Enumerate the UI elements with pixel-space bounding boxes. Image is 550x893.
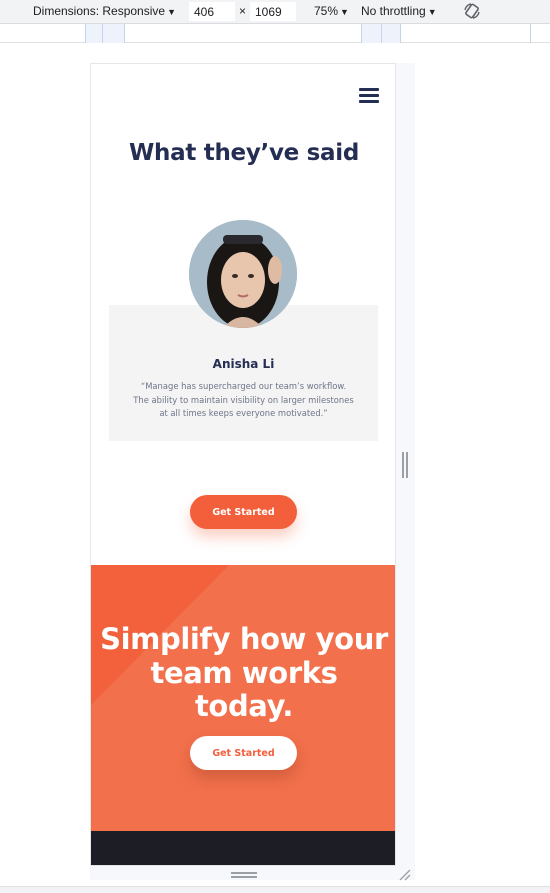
dimensions-label: Dimensions: Responsive	[33, 4, 166, 18]
chevron-down-icon: ▼	[167, 7, 176, 17]
width-input[interactable]	[189, 2, 235, 21]
dimensions-dropdown[interactable]: Dimensions: Responsive ▼	[33, 4, 176, 18]
times-symbol: ×	[239, 4, 247, 18]
banner-title-line: today.	[194, 689, 294, 723]
get-started-button[interactable]: Get Started	[190, 495, 297, 529]
testimonial-quote: “Manage has supercharged our team’s work…	[133, 381, 354, 419]
throttling-label: No throttling	[361, 4, 426, 18]
ruler-tick	[400, 24, 401, 43]
banner-title-line: Simplify how your	[100, 622, 388, 656]
testimonial-avatar	[189, 220, 297, 328]
ruler-tick	[124, 24, 125, 43]
resize-handle-bottom-icon[interactable]	[231, 872, 257, 878]
media-query-ruler	[0, 24, 550, 43]
zoom-dropdown[interactable]: 75% ▼	[314, 4, 349, 18]
zoom-label: 75%	[314, 4, 339, 18]
ruler-tick	[530, 24, 531, 43]
height-input[interactable]	[250, 2, 296, 21]
ruler-tick	[361, 24, 362, 43]
hamburger-menu-icon[interactable]	[359, 88, 379, 103]
chevron-down-icon: ▼	[340, 7, 349, 17]
ruler-tick	[102, 24, 103, 43]
page-footer	[91, 831, 395, 865]
banner-get-started-button[interactable]: Get Started	[190, 736, 297, 770]
resize-handle-right-icon[interactable]	[402, 452, 408, 478]
ruler-band[interactable]	[85, 24, 125, 43]
banner-title: Simplify how your team works today.	[91, 622, 395, 724]
rotate-device-icon[interactable]	[463, 2, 481, 20]
resize-handle-corner-icon[interactable]	[398, 868, 412, 882]
banner-title-line: team works	[150, 655, 338, 690]
devtools-bottom-strip	[0, 886, 550, 893]
chevron-down-icon: ▼	[427, 7, 437, 17]
testimonial-author-name: Anisha Li	[212, 357, 275, 371]
testimonials-heading: What they’ve said	[128, 140, 360, 166]
devtools-device-toolbar: Dimensions: Responsive▼ × 75%▼ No thrott…	[0, 0, 550, 24]
throttling-dropdown[interactable]: No throttling ▼	[361, 4, 437, 18]
ruler-tick	[381, 24, 382, 43]
ruler-tick	[85, 24, 86, 43]
device-viewport: What they’ve said Anisha Li “Manage has …	[90, 63, 396, 866]
cta-banner: Simplify how your team works today. Get …	[91, 565, 395, 831]
